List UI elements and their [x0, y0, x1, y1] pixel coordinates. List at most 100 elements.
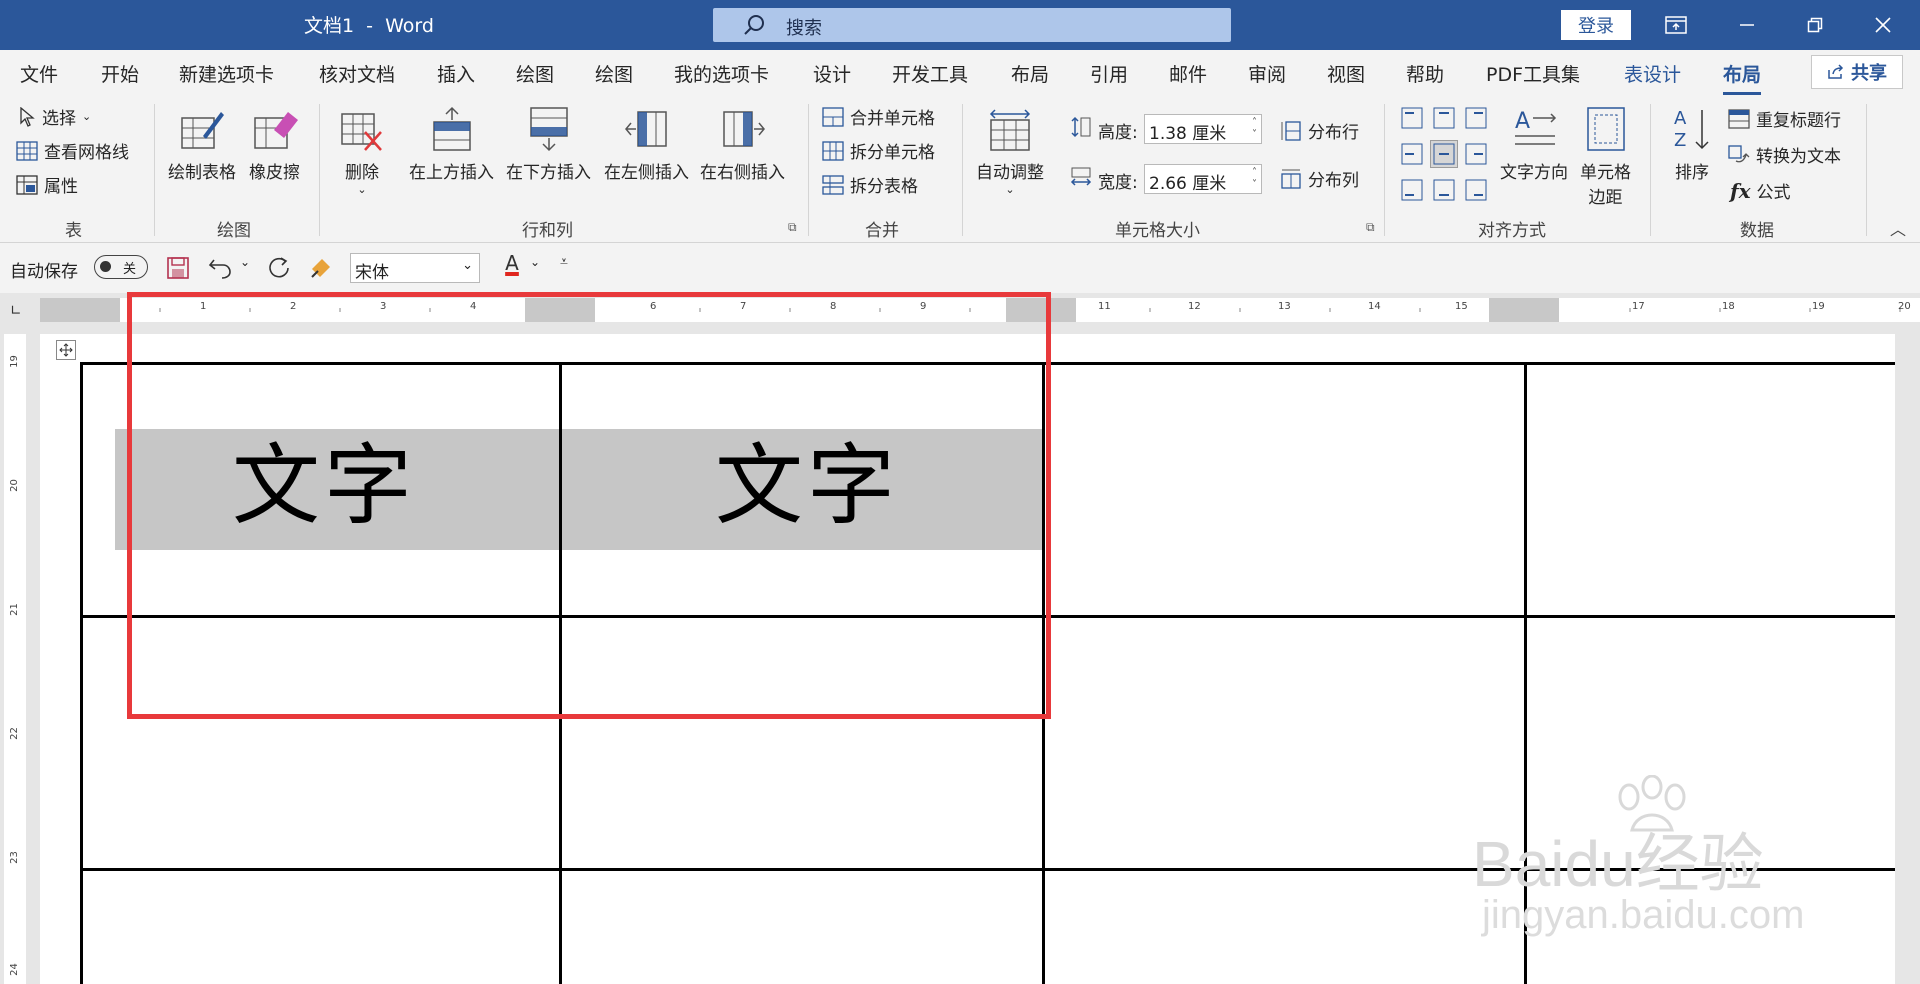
tab-layout-page[interactable]: 布局	[1011, 60, 1049, 87]
autosave-toggle[interactable]: 关	[94, 255, 148, 279]
tab-new-tab[interactable]: 新建选项卡	[179, 60, 274, 87]
align-bottom-left-button[interactable]	[1398, 176, 1426, 204]
ruler-number: 11	[1098, 301, 1111, 312]
align-middle-center-button[interactable]	[1430, 140, 1458, 168]
ruler-number: 14	[1368, 301, 1381, 312]
spin-arrows-icon[interactable]: ˄ ˅	[1252, 167, 1257, 191]
minimize-button[interactable]	[1722, 6, 1772, 44]
repeat-header-rows-button[interactable]: 重复标题行	[1728, 106, 1841, 131]
align-top-right-button[interactable]	[1462, 104, 1490, 132]
search-icon	[743, 13, 767, 41]
width-input[interactable]: 2.66 厘米 ˄ ˅	[1144, 164, 1262, 194]
sort-button[interactable]: AZ 排序	[1672, 100, 1712, 183]
dialog-launcher-icon[interactable]: ⧉	[788, 220, 797, 235]
eraser-button[interactable]: 橡皮擦	[249, 100, 300, 183]
tab-developer[interactable]: 开发工具	[892, 60, 968, 87]
draw-table-label: 绘制表格	[168, 163, 236, 183]
select-button[interactable]: 选择 ⌄	[18, 104, 91, 129]
align-top-right-icon	[1465, 107, 1487, 129]
tab-selector-icon[interactable]: ∟	[10, 303, 22, 319]
delete-button[interactable]: 删除 ⌄	[339, 100, 385, 196]
merge-cells-button[interactable]: 合并单元格	[822, 104, 935, 129]
move-handle-icon	[59, 343, 73, 357]
tab-table-design[interactable]: 表设计	[1624, 60, 1681, 87]
tab-draw-2[interactable]: 绘图	[595, 60, 633, 87]
insert-above-button[interactable]: 在上方插入	[409, 100, 494, 183]
align-bottom-center-button[interactable]	[1430, 176, 1458, 204]
align-middle-left-button[interactable]	[1398, 140, 1426, 168]
insert-left-button[interactable]: 在左侧插入	[604, 100, 689, 183]
cell-margins-button[interactable]: 单元格 边距	[1580, 100, 1631, 208]
undo-button[interactable]	[208, 256, 234, 284]
font-color-button[interactable]: A	[500, 251, 524, 275]
save-button[interactable]	[166, 256, 190, 284]
share-label: 共享	[1851, 63, 1887, 84]
vertical-ruler[interactable]: 19 20 21 22 23 24	[4, 334, 26, 984]
group-label-merge: 合并	[865, 221, 899, 241]
properties-button[interactable]: 属性	[16, 172, 78, 197]
convert-to-text-button[interactable]: 转换为文本	[1728, 142, 1841, 167]
tab-pdf-tools[interactable]: PDF工具集	[1486, 60, 1580, 87]
tab-references[interactable]: 引用	[1090, 60, 1128, 87]
format-painter-button[interactable]	[308, 255, 334, 285]
distribute-rows-button[interactable]: 分布行	[1280, 118, 1359, 143]
tab-help[interactable]: 帮助	[1406, 60, 1444, 87]
restore-button[interactable]	[1790, 6, 1840, 44]
undo-dropdown-icon[interactable]: ⌄	[240, 255, 250, 269]
tab-design[interactable]: 设计	[813, 60, 851, 87]
delete-table-icon	[341, 113, 382, 151]
tab-mailings[interactable]: 邮件	[1169, 60, 1207, 87]
group-separator	[319, 104, 320, 236]
insert-below-button[interactable]: 在下方插入	[506, 100, 591, 183]
font-select[interactable]: 宋体 ⌄	[350, 253, 480, 283]
width-label: 宽度:	[1098, 173, 1138, 193]
column-width-icon	[1070, 167, 1092, 186]
tab-table-layout[interactable]: 布局	[1723, 60, 1762, 95]
search-input[interactable]: 搜索	[713, 8, 1231, 42]
draw-table-button[interactable]: 绘制表格	[168, 100, 236, 183]
customize-qat-icon[interactable]: ⩡	[560, 254, 568, 270]
align-middle-right-button[interactable]	[1462, 140, 1490, 168]
tab-file[interactable]: 文件	[20, 60, 58, 87]
spin-arrows-icon[interactable]: ˄ ˅	[1252, 117, 1257, 141]
insert-right-button[interactable]: 在右侧插入	[700, 100, 785, 183]
tab-view[interactable]: 视图	[1327, 60, 1365, 87]
tab-home[interactable]: 开始	[101, 60, 139, 87]
share-button[interactable]: 共享	[1811, 55, 1903, 89]
align-top-left-button[interactable]	[1398, 104, 1426, 132]
title-bar: 文档1 - Word 搜索 登录	[0, 0, 1920, 50]
ruler-number: 15	[1455, 301, 1468, 312]
ribbon-display-options-button[interactable]	[1651, 6, 1701, 44]
dialog-launcher-icon[interactable]: ⧉	[1366, 220, 1375, 235]
tab-review[interactable]: 审阅	[1248, 60, 1286, 87]
merge-cells-label: 合并单元格	[850, 109, 935, 129]
formula-button[interactable]: fx 公式	[1730, 178, 1791, 204]
collapse-ribbon-icon[interactable]: ︿	[1890, 216, 1906, 240]
split-table-button[interactable]: 拆分表格	[822, 172, 918, 197]
split-cells-button[interactable]: 拆分单元格	[822, 138, 935, 163]
redo-icon	[269, 257, 289, 278]
align-bottom-left-icon	[1401, 179, 1423, 201]
tab-proofread[interactable]: 核对文档	[319, 60, 395, 87]
tab-draw-1[interactable]: 绘图	[516, 60, 554, 87]
login-button[interactable]: 登录	[1561, 10, 1631, 40]
tab-my-tab[interactable]: 我的选项卡	[674, 60, 769, 87]
distribute-columns-button[interactable]: 分布列	[1280, 166, 1359, 191]
group-separator	[1866, 104, 1867, 236]
chevron-down-icon[interactable]: ⌄	[530, 255, 540, 269]
table-move-handle[interactable]	[56, 340, 76, 360]
distribute-rows-icon	[1281, 120, 1301, 141]
close-button[interactable]	[1858, 6, 1908, 44]
properties-label: 属性	[44, 177, 78, 197]
height-input[interactable]: 1.38 厘米 ˄ ˅	[1144, 114, 1262, 144]
align-top-center-button[interactable]	[1430, 104, 1458, 132]
convert-text-label: 转换为文本	[1756, 147, 1841, 167]
text-direction-button[interactable]: A 文字方向	[1500, 100, 1568, 183]
table-border	[80, 362, 83, 984]
align-bottom-right-button[interactable]	[1462, 176, 1490, 204]
view-gridlines-button[interactable]: 查看网格线	[16, 138, 129, 163]
height-value: 1.38 厘米	[1149, 124, 1227, 144]
tab-insert[interactable]: 插入	[437, 60, 475, 87]
redo-button[interactable]	[266, 255, 292, 285]
autofit-button[interactable]: 自动调整 ⌄	[976, 100, 1044, 196]
